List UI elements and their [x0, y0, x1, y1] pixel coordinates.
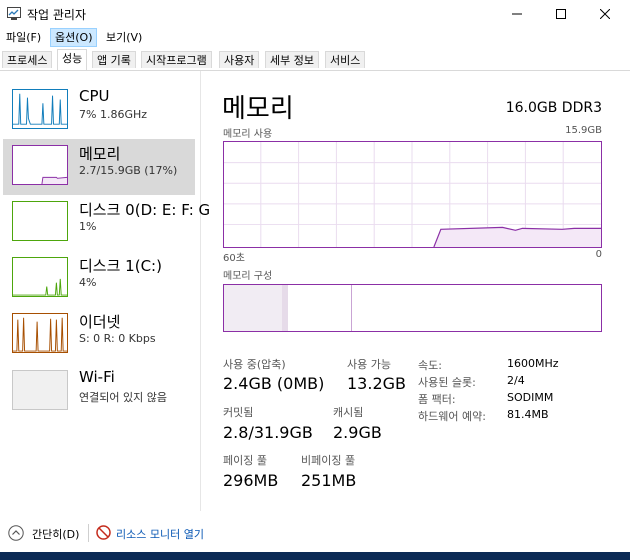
disk0-thumbnail-graph: [12, 201, 68, 241]
nonpaged-pool-label: 비페이징 풀: [301, 454, 356, 467]
time-axis-end: 0: [595, 249, 602, 260]
menu-view[interactable]: 보기(V): [102, 29, 146, 46]
close-icon: [600, 9, 610, 19]
tab-bar: 프로세스 성능 앱 기록 시작프로그램 사용자 세부 정보 서비스: [0, 48, 630, 71]
committed-value: 2.8/31.9GB: [223, 423, 313, 442]
title-bar: 작업 관리자: [0, 0, 630, 28]
nonpaged-pool-value: 251MB: [301, 471, 357, 490]
cached-value: 2.9GB: [333, 423, 382, 442]
slots-label: 사용된 슬롯:: [418, 376, 476, 389]
sidebar-item-disk-1[interactable]: 디스크 1(C:) 4%: [3, 251, 195, 307]
minimize-button[interactable]: [494, 0, 540, 28]
menu-options[interactable]: 옵션(O): [50, 28, 98, 47]
speed-value: 1600MHz: [507, 357, 559, 370]
sidebar-item-subtitle: 4%: [79, 276, 97, 289]
sidebar-item-wifi[interactable]: Wi-Fi 연결되어 있지 않음: [3, 364, 195, 420]
paged-pool-label: 페이징 풀: [223, 454, 267, 467]
sidebar-item-ethernet[interactable]: 이더넷 S: 0 R: 0 Kbps: [3, 307, 195, 363]
sidebar-item-subtitle: S: 0 R: 0 Kbps: [79, 332, 156, 345]
chevron-up-icon[interactable]: [8, 525, 24, 541]
sidebar-item-disk-0[interactable]: 디스크 0(D: E: F: G 1%: [3, 195, 210, 251]
committed-label: 커밋됨: [223, 406, 254, 419]
sidebar-item-title: 디스크 0(D: E: F: G: [79, 201, 211, 219]
footer-divider: [88, 524, 89, 542]
wifi-thumbnail-graph: [12, 370, 68, 410]
task-manager-icon: [7, 7, 21, 20]
sidebar-item-subtitle: 연결되어 있지 않음: [79, 391, 167, 404]
in-use-label: 사용 중(압축): [223, 358, 286, 371]
sidebar-item-memory[interactable]: 메모리 2.7/15.9GB (17%): [3, 139, 195, 195]
available-value: 13.2GB: [347, 374, 406, 393]
composition-label: 메모리 구성: [223, 271, 273, 282]
tab-services[interactable]: 서비스: [325, 51, 366, 68]
footer-bar: 간단히(D) 리소스 모니터 열기: [0, 517, 630, 547]
sidebar-item-title: 메모리: [79, 145, 121, 163]
time-axis-start: 60초: [223, 253, 245, 264]
hardware-reserved-label: 하드웨어 예약:: [418, 410, 486, 423]
memory-usage-graph: [223, 141, 602, 248]
memory-thumbnail-graph: [12, 145, 68, 185]
cached-label: 캐시됨: [333, 406, 364, 419]
slots-value: 2/4: [507, 374, 525, 387]
menu-bar: 파일(F) 옵션(O) 보기(V): [0, 28, 630, 48]
tab-app-history[interactable]: 앱 기록: [92, 51, 136, 68]
cpu-thumbnail-graph: [12, 89, 68, 129]
maximize-icon: [556, 9, 566, 19]
form-factor-label: 폼 팩터:: [418, 393, 456, 406]
sidebar-item-title: 이더넷: [79, 313, 121, 331]
tab-startup[interactable]: 시작프로그램: [141, 51, 212, 68]
window-title: 작업 관리자: [27, 8, 87, 22]
sidebar-item-title: Wi-Fi: [79, 368, 115, 386]
window-bottom-edge: [0, 552, 630, 560]
tab-users[interactable]: 사용자: [219, 51, 260, 68]
memory-composition-bar: [223, 284, 602, 332]
form-factor-value: SODIMM: [507, 391, 554, 404]
sidebar-item-subtitle: 7% 1.86GHz: [79, 108, 148, 121]
memory-spec: 16.0GB DDR3: [505, 100, 602, 116]
sidebar-item-title: 디스크 1(C:): [79, 257, 162, 275]
tab-processes[interactable]: 프로세스: [2, 51, 53, 68]
resource-monitor-icon: [96, 525, 111, 540]
available-label: 사용 가능: [347, 358, 391, 371]
sidebar-item-title: CPU: [79, 87, 110, 105]
open-resource-monitor-link[interactable]: 리소스 모니터 열기: [116, 526, 204, 542]
maximize-button[interactable]: [538, 0, 584, 28]
close-button[interactable]: [582, 0, 628, 28]
ethernet-thumbnail-graph: [12, 313, 68, 353]
tab-performance[interactable]: 성능: [57, 49, 88, 70]
disk1-thumbnail-graph: [12, 257, 68, 297]
tab-details[interactable]: 세부 정보: [265, 51, 319, 68]
minimize-icon: [512, 13, 522, 15]
usage-graph-label: 메모리 사용: [223, 129, 273, 140]
composition-standby: [288, 285, 352, 331]
sidebar-item-subtitle: 2.7/15.9GB (17%): [79, 164, 178, 177]
composition-in-use: [224, 285, 283, 331]
hardware-reserved-value: 81.4MB: [507, 408, 549, 421]
paged-pool-value: 296MB: [223, 471, 279, 490]
page-title: 메모리: [222, 94, 294, 124]
resource-sidebar: CPU 7% 1.86GHz 메모리 2.7/15.9GB (17%) 디스크 …: [0, 71, 210, 511]
sidebar-item-subtitle: 1%: [79, 220, 97, 233]
menu-file[interactable]: 파일(F): [2, 29, 45, 46]
usage-graph-max: 15.9GB: [565, 125, 602, 136]
fewer-details-link[interactable]: 간단히(D): [32, 526, 79, 542]
in-use-value: 2.4GB (0MB): [223, 374, 325, 393]
speed-label: 속도:: [418, 359, 442, 372]
sidebar-item-cpu[interactable]: CPU 7% 1.86GHz: [3, 83, 195, 139]
